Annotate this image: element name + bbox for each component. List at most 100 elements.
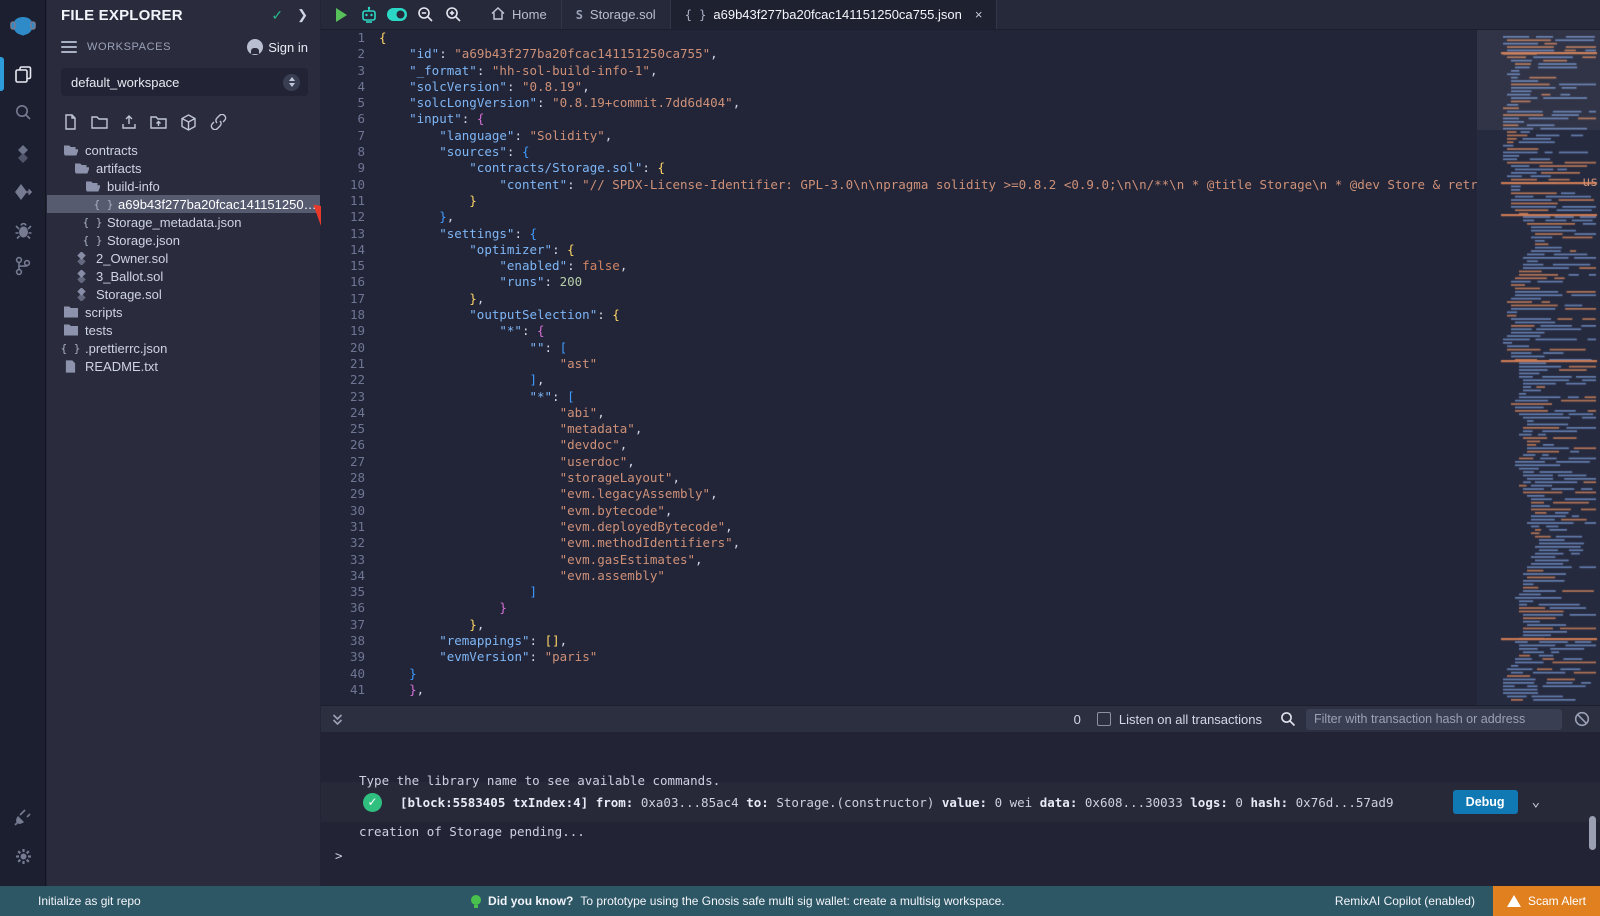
debug-button[interactable]: Debug — [1453, 790, 1518, 814]
ipfs-box-icon[interactable] — [180, 114, 197, 131]
upload-folder-icon[interactable] — [150, 114, 167, 130]
close-tab-icon[interactable]: × — [975, 7, 983, 22]
sidebar-item-plugin-manager[interactable] — [0, 800, 46, 832]
terminal[interactable]: Type the library name to see available c… — [321, 732, 1600, 886]
new-file-icon[interactable] — [63, 114, 78, 130]
copilot-toggle[interactable] — [383, 0, 411, 29]
file-tree-item[interactable]: { }Storage_metadata.json — [47, 213, 320, 231]
editor-line[interactable]: 30"evm.bytecode", — [321, 503, 1600, 519]
upload-file-icon[interactable] — [121, 114, 137, 130]
editor-line[interactable]: 36} — [321, 600, 1600, 616]
file-tree-item[interactable]: README.txt — [47, 357, 320, 375]
editor-line[interactable]: 33"evm.gasEstimates", — [321, 552, 1600, 568]
line-content: "": [ — [379, 340, 1600, 356]
file-tree-item[interactable]: { }.prettierrc.json — [47, 339, 320, 357]
editor-line[interactable]: 8"sources": { — [321, 144, 1600, 160]
terminal-prompt[interactable]: > — [335, 848, 343, 863]
editor-line[interactable]: 16"runs": 200 — [321, 274, 1600, 290]
sign-in-button[interactable]: Sign in — [247, 39, 308, 55]
collapse-panel-icon[interactable]: ❯ — [297, 7, 308, 23]
editor-line[interactable]: 11} — [321, 193, 1600, 209]
file-tree-item[interactable]: tests — [47, 321, 320, 339]
editor-line[interactable]: 31"evm.deployedBytecode", — [321, 519, 1600, 535]
editor-line[interactable]: 12}, — [321, 209, 1600, 225]
editor-line[interactable]: 35] — [321, 584, 1600, 600]
editor-line[interactable]: 25"metadata", — [321, 421, 1600, 437]
workspace-menu-icon[interactable] — [61, 38, 77, 56]
sidebar-item-search[interactable] — [0, 96, 46, 128]
editor-line[interactable]: 29"evm.legacyAssembly", — [321, 486, 1600, 502]
editor-line[interactable]: 32"evm.methodIdentifiers", — [321, 535, 1600, 551]
sidebar-item-debugger[interactable] — [0, 214, 46, 246]
tx-expand-chevron-icon[interactable]: ⌄ — [1532, 794, 1540, 810]
file-tree-item[interactable]: build-info — [47, 177, 320, 195]
transaction-log-row[interactable]: ✓ [block:5583405 txIndex:4] from: 0xa03.… — [321, 782, 1600, 822]
editor-line[interactable]: 38"remappings": [], — [321, 633, 1600, 649]
file-tree-item[interactable]: { }Storage.json — [47, 231, 320, 249]
link-icon[interactable] — [210, 114, 227, 130]
terminal-search-icon[interactable] — [1280, 711, 1296, 727]
sidebar-item-deploy-and-run[interactable] — [0, 176, 46, 208]
file-tree-item[interactable]: 3_Ballot.sol — [47, 267, 320, 285]
file-tree-item[interactable]: scripts — [47, 303, 320, 321]
file-tree-item[interactable]: { }a69b43f277ba20fcac141151250ca7... — [47, 195, 320, 213]
editor-line[interactable]: 5"solcLongVersion": "0.8.19+commit.7dd6d… — [321, 95, 1600, 111]
git-init-link[interactable]: Initialize as git repo — [38, 894, 141, 908]
tab-storage-sol[interactable]: SStorage.sol — [562, 0, 671, 29]
tab-a69b43f277ba20fcac141151250ca755-json[interactable]: { }a69b43f277ba20fcac141151250ca755.json… — [671, 0, 998, 29]
editor-line[interactable]: 40} — [321, 666, 1600, 682]
editor-line[interactable]: 27"userdoc", — [321, 454, 1600, 470]
sidebar-item-file-explorer[interactable] — [0, 58, 46, 90]
editor-line[interactable]: 14"optimizer": { — [321, 242, 1600, 258]
editor-line[interactable]: 3"_format": "hh-sol-build-info-1", — [321, 63, 1600, 79]
editor-line[interactable]: 7"language": "Solidity", — [321, 128, 1600, 144]
sidebar-item-git[interactable] — [0, 250, 46, 282]
editor-line[interactable]: 26"devdoc", — [321, 437, 1600, 453]
scam-alert-badge[interactable]: Scam Alert — [1493, 886, 1600, 916]
editor-line[interactable]: 13"settings": { — [321, 226, 1600, 242]
editor-line[interactable]: 20"": [ — [321, 340, 1600, 356]
file-tree-item[interactable]: contracts — [47, 141, 320, 159]
zoom-out-button[interactable] — [411, 0, 439, 29]
listen-all-checkbox[interactable] — [1097, 712, 1111, 726]
editor-line[interactable]: 10"content": "// SPDX-License-Identifier… — [321, 177, 1600, 193]
editor-line[interactable]: 18"outputSelection": { — [321, 307, 1600, 323]
run-script-button[interactable] — [327, 0, 355, 29]
workspace-select[interactable]: default_workspace — [61, 68, 308, 96]
sidebar-item-settings[interactable] — [0, 840, 46, 872]
editor-line[interactable]: 34"evm.assembly" — [321, 568, 1600, 584]
editor-line[interactable]: 1{ — [321, 30, 1600, 46]
editor-line[interactable]: 9"contracts/Storage.sol": { — [321, 160, 1600, 176]
file-tree-item[interactable]: artifacts — [47, 159, 320, 177]
transaction-filter-input[interactable] — [1306, 709, 1562, 730]
clear-console-icon[interactable] — [1574, 711, 1590, 727]
tab-home[interactable]: Home — [477, 0, 562, 29]
editor-line[interactable]: 2"id": "a69b43f277ba20fcac141151250ca755… — [321, 46, 1600, 62]
file-tree-item[interactable]: 2_Owner.sol — [47, 249, 320, 267]
terminal-scrollbar[interactable] — [1589, 816, 1596, 850]
minimap[interactable] — [1477, 30, 1600, 705]
code-editor[interactable]: 1{2"id": "a69b43f277ba20fcac141151250ca7… — [321, 30, 1600, 705]
editor-line[interactable]: 28"storageLayout", — [321, 470, 1600, 486]
remix-logo[interactable] — [0, 8, 46, 46]
file-tree-item[interactable]: Storage.sol — [47, 285, 320, 303]
editor-line[interactable]: 15"enabled": false, — [321, 258, 1600, 274]
editor-line[interactable]: 4"solcVersion": "0.8.19", — [321, 79, 1600, 95]
editor-line[interactable]: 19"*": { — [321, 323, 1600, 339]
minimap-viewport[interactable] — [1477, 30, 1600, 130]
remix-ai-button[interactable] — [355, 0, 383, 29]
editor-line[interactable]: 41}, — [321, 682, 1600, 698]
zoom-in-button[interactable] — [439, 0, 467, 29]
editor-line[interactable]: 21"ast" — [321, 356, 1600, 372]
editor-line[interactable]: 17}, — [321, 291, 1600, 307]
new-folder-icon[interactable] — [91, 114, 108, 130]
editor-line[interactable]: 24"abi", — [321, 405, 1600, 421]
editor-line[interactable]: 6"input": { — [321, 111, 1600, 127]
line-number: 4 — [321, 79, 379, 95]
editor-line[interactable]: 23"*": [ — [321, 389, 1600, 405]
editor-line[interactable]: 22], — [321, 372, 1600, 388]
editor-line[interactable]: 37}, — [321, 617, 1600, 633]
sidebar-item-solidity-compiler[interactable] — [0, 138, 46, 170]
editor-line[interactable]: 39"evmVersion": "paris" — [321, 649, 1600, 665]
terminal-expand-icon[interactable] — [331, 713, 344, 726]
